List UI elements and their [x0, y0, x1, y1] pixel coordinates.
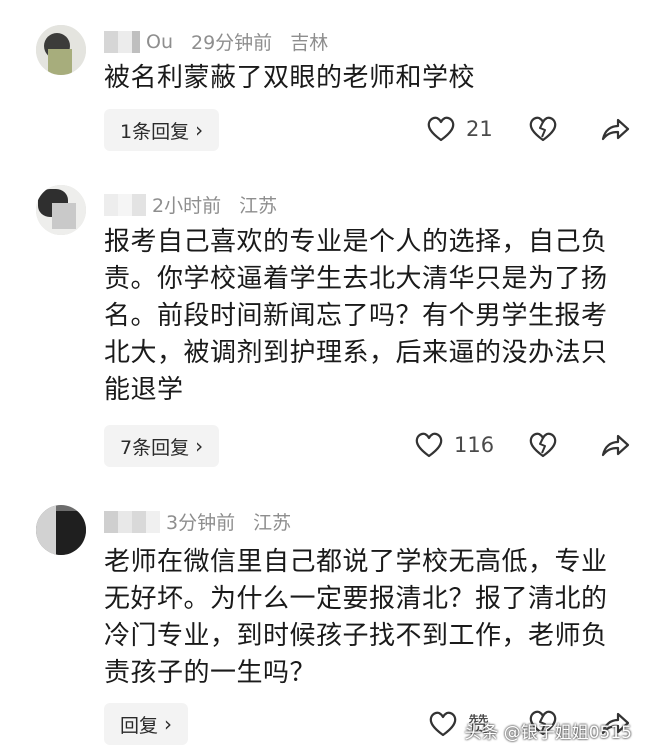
comment-text: 老师在微信里自己都说了学校无高低，专业无好坏。为什么一定要报清北？报了清北的冷门…	[104, 547, 608, 688]
reply-button[interactable]: 回复 ›	[104, 703, 189, 745]
view-replies-button[interactable]: 1条回复 ›	[104, 109, 220, 151]
username-mosaic	[104, 30, 140, 53]
comment-meta: 2小时前 江苏	[104, 191, 277, 218]
dislike-button[interactable]	[528, 431, 558, 459]
chevron-right-icon: ›	[195, 118, 204, 142]
chevron-right-icon: ›	[164, 712, 173, 736]
share-arrow-icon	[601, 118, 630, 141]
heart-outline-icon	[427, 116, 455, 142]
comment-text: 被名利蒙蔽了双眼的老师和学校	[104, 63, 476, 93]
comment-time: 2小时前	[152, 195, 222, 217]
like-count: 116	[454, 433, 495, 457]
chevron-right-icon: ›	[195, 434, 204, 458]
reply-label: 1条回复	[120, 120, 190, 143]
comment-time: 3分钟前	[166, 512, 236, 534]
comment-text: 报考自己喜欢的专业是个人的选择，自己负责。你学校逼着学生去北大清华只是为了扬名。…	[104, 227, 608, 405]
heart-outline-icon	[429, 711, 457, 737]
comment-location: 江苏	[253, 512, 292, 534]
avatar[interactable]	[36, 25, 86, 75]
view-replies-button[interactable]: 7条回复 ›	[104, 425, 220, 467]
username-mosaic	[104, 510, 160, 533]
broken-heart-icon	[529, 432, 557, 458]
broken-heart-icon	[529, 116, 557, 142]
comment-time: 29分钟前	[191, 32, 273, 54]
share-button[interactable]	[600, 431, 630, 459]
comment-location: 江苏	[239, 195, 278, 217]
like-button[interactable]: 21	[426, 115, 493, 143]
comment-meta: Ou 29分钟前 吉林	[104, 28, 328, 55]
share-arrow-icon	[601, 434, 630, 457]
username[interactable]: Ou	[146, 31, 173, 53]
comment-actions: 116	[415, 425, 640, 467]
comment-meta: 3分钟前 江苏	[104, 508, 291, 535]
reply-label: 回复	[120, 714, 159, 737]
comment-location: 吉林	[290, 32, 329, 54]
avatar[interactable]	[36, 185, 86, 235]
reply-label: 7条回复	[120, 436, 190, 459]
like-button[interactable]: 116	[414, 431, 494, 459]
share-button[interactable]	[600, 115, 630, 143]
dislike-button[interactable]	[528, 115, 558, 143]
comment-actions: 21	[420, 109, 640, 151]
heart-outline-icon	[415, 432, 443, 458]
like-count: 21	[466, 117, 493, 141]
avatar[interactable]	[36, 505, 86, 555]
username-mosaic	[104, 193, 146, 216]
watermark: 头条 @银子姐姐0515	[464, 723, 632, 743]
